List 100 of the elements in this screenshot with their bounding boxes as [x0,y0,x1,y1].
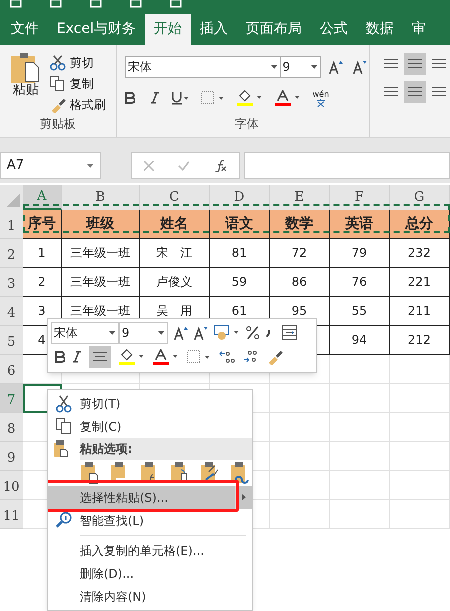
toolbar-icon[interactable] [10,0,22,8]
table-cell [270,442,330,471]
table-cell: 76 [330,268,390,297]
ribbon-tab[interactable]: Excel与财务 [48,14,146,45]
increase-font-icon[interactable] [328,60,343,74]
align-icon[interactable] [404,81,426,103]
dropdown-arrow-icon [87,164,94,168]
column-header[interactable]: A [23,185,62,210]
table-cell: 81 [210,239,270,268]
check-icon[interactable] [178,160,190,170]
font-name-dropdown[interactable]: 宋体 [51,322,119,344]
table-cell [390,500,450,529]
paste-button[interactable]: 粘贴 [8,53,44,115]
table-cell [330,384,390,413]
table-cell [390,413,450,442]
border-icon[interactable] [200,91,225,105]
increase-decimal-icon[interactable] [219,350,235,364]
table-cell: 2 [23,268,62,297]
font-color-icon[interactable] [274,90,301,106]
menu-item[interactable]: 智能查找(L) [48,509,252,532]
row-header[interactable]: 8 [0,413,23,442]
table-cell [330,355,390,384]
decrease-decimal-icon[interactable] [243,350,259,364]
ribbon-tab[interactable]: 审 [403,14,436,45]
ribbon-tab[interactable]: 数据 [357,14,404,45]
copy-icon [56,418,72,436]
decrease-font-icon[interactable] [352,60,367,74]
table-cell: 72 [270,239,330,268]
bold-icon[interactable] [55,351,65,363]
table-cell: 1 [23,239,62,268]
row-header[interactable]: 7 [0,384,23,413]
percent-icon[interactable] [246,326,260,340]
toolbar-icon[interactable] [50,0,62,8]
toolbar-icon[interactable] [170,0,182,8]
decrease-font-icon[interactable] [194,326,208,340]
function-icon[interactable] [214,160,227,172]
align-icon[interactable] [404,53,426,75]
paintbrush-icon[interactable] [267,349,283,365]
clipboard-icon[interactable] [230,462,250,484]
italic-icon[interactable] [150,92,159,104]
scissors-icon [56,394,72,412]
ribbon-tab[interactable]: 文件 [2,14,48,45]
row-header[interactable]: 11 [0,500,23,529]
fill-color-icon[interactable] [119,349,145,365]
ribbon-tab[interactable]: 页面布局 [237,14,312,45]
clipboard-icon[interactable] [80,462,100,484]
increase-font-icon[interactable] [174,326,188,340]
row-header[interactable]: 4 [0,297,23,326]
formula-input-field[interactable] [244,152,450,179]
copy-button[interactable]: 复制 [50,74,106,94]
menu-item[interactable]: 剪切(T) [48,392,252,415]
table-cell [330,471,390,500]
menu-item[interactable]: 删除(D)... [48,562,252,585]
fill-color-icon[interactable] [236,90,263,106]
paintbrush-icon [50,97,66,114]
table-cell: 221 [390,268,450,297]
dropdown-arrow-icon [158,331,165,335]
menu-item[interactable]: 复制(C) [48,415,252,438]
table-cell: 语文 [210,210,270,239]
comma-style-icon[interactable] [266,328,272,338]
toolbar-icon[interactable] [90,0,102,8]
menu-item[interactable]: 清除内容(N) [48,585,252,608]
cut-button[interactable]: 剪切 [50,53,106,72]
font-color-icon[interactable] [153,349,179,365]
underline-icon[interactable] [170,91,189,105]
table-cell: 卢俊义 [140,268,210,297]
table-cell: 86 [270,268,330,297]
phonetic-guide-button[interactable]: wén [312,90,330,106]
italic-icon[interactable] [73,351,81,363]
row-header[interactable]: 9 [0,442,23,471]
row-header[interactable]: 1 [0,210,23,239]
menu-item[interactable]: 插入复制的单元格(E)... [48,539,252,562]
group-label: 字体 [234,116,260,133]
table-cell: 序号 [23,210,62,239]
center-align-icon[interactable] [89,346,111,368]
accounting-format-icon[interactable] [214,325,240,341]
wrap-text-icon[interactable] [282,325,298,341]
ribbon-tab[interactable]: 开始 [145,14,192,45]
row-header[interactable]: 5 [0,326,23,355]
row-header[interactable]: 10 [0,471,23,500]
dropdown-arrow-icon [310,65,318,69]
ribbon-tab[interactable]: 插入 [191,14,238,45]
menu-item[interactable]: 选择性粘贴(S)... [48,486,252,509]
table-cell: 94 [330,326,390,355]
table-cell: 211 [390,297,450,326]
font-name-dropdown[interactable]: 宋体 [124,56,281,78]
row-header[interactable]: 2 [0,239,23,268]
table-cell [270,500,330,529]
font-size-dropdown[interactable]: 9 [280,56,321,78]
border-icon[interactable] [187,350,211,364]
name-box[interactable]: A7 [0,152,101,179]
row-header[interactable]: 6 [0,355,23,384]
table-cell: 宋 江 [140,239,210,268]
ribbon-tab[interactable]: 公式 [311,14,358,45]
toolbar-icon[interactable] [130,0,142,8]
table-cell: 班级 [62,210,140,239]
font-size-dropdown[interactable]: 9 [119,322,168,344]
row-header[interactable]: 3 [0,268,23,297]
format-painter-button[interactable]: 格式刷 [50,96,106,115]
character-icon [316,98,326,106]
